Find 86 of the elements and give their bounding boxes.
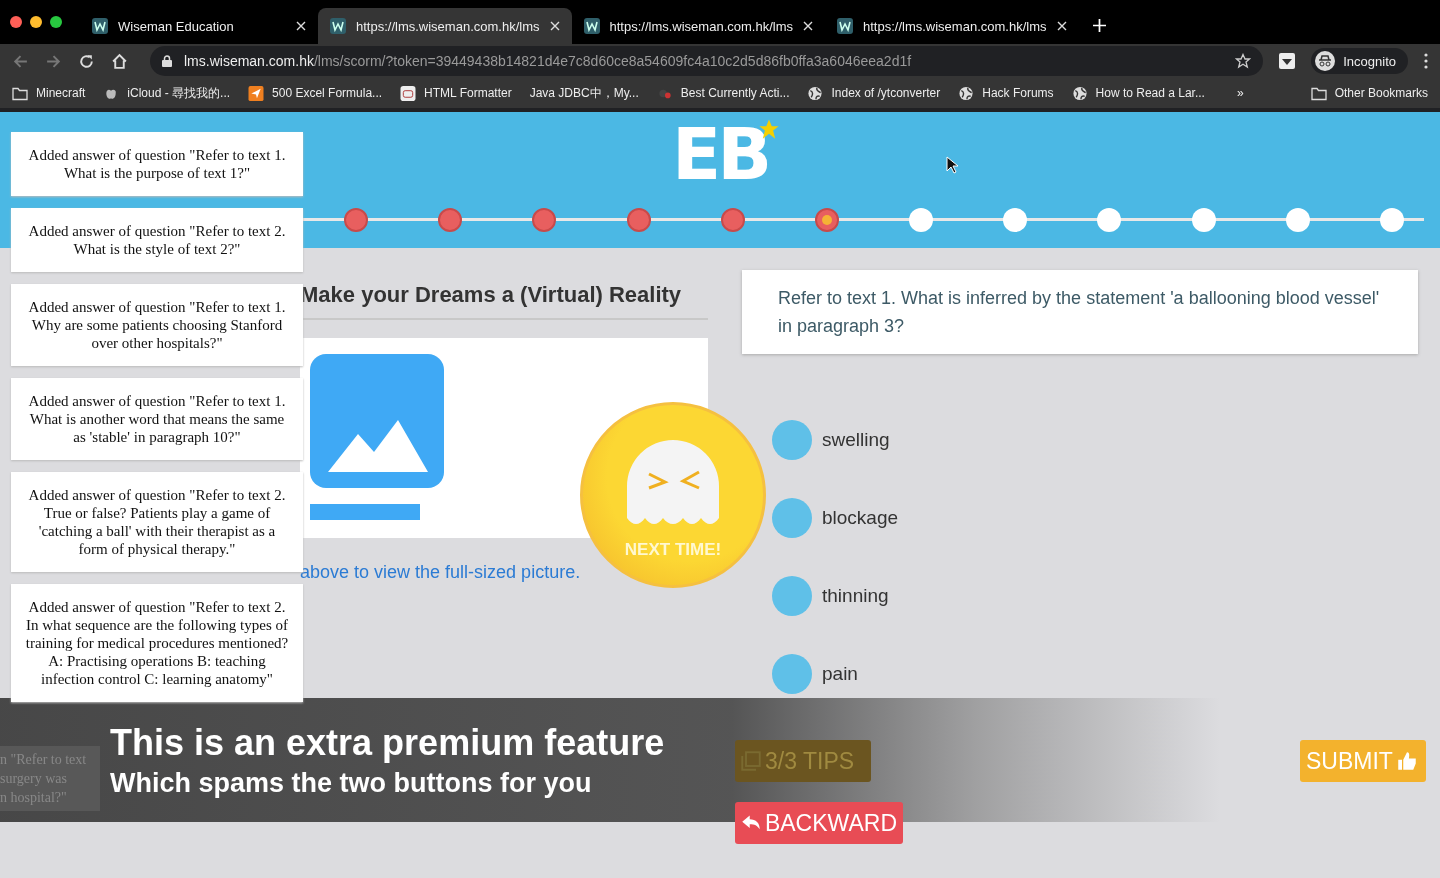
browser-tab[interactable]: https://lms.wiseman.com.hk/lms bbox=[571, 8, 825, 44]
bookmark-item[interactable]: How to Read a Lar... bbox=[1071, 85, 1205, 101]
cursor-icon bbox=[946, 156, 958, 174]
question-text: Refer to text 1. What is inferred by the statement 'a ballooning blood vessel' in paragraph 3? bbox=[778, 288, 1380, 336]
other-bookmarks-item[interactable]: Other Bookmarks bbox=[1310, 85, 1428, 101]
notification-text: Added answer of question "Refer to text 1. What is the purpose of text 1?" bbox=[28, 147, 286, 181]
tab-title: https://lms.wiseman.com.hk/lms bbox=[863, 18, 1047, 34]
thumbs-up-icon bbox=[1396, 751, 1417, 771]
bookmark-item[interactable]: HTML Formatter bbox=[400, 85, 512, 101]
tab-title: https://lms.wiseman.com.hk/lms bbox=[609, 18, 793, 34]
tab-title: https://lms.wiseman.com.hk/lms bbox=[356, 18, 540, 34]
progress-dot[interactable] bbox=[814, 207, 839, 232]
browser-tab[interactable]: Wiseman Education bbox=[80, 8, 318, 44]
notification-text: Added answer of question "Refer to text 2. What is the style of text 2?" bbox=[28, 223, 286, 257]
image-hint: above to view the full-sized picture. bbox=[300, 562, 582, 583]
option-label: swelling bbox=[822, 429, 890, 451]
option-label: pain bbox=[822, 663, 858, 685]
bookmark-item[interactable]: iCloud - 尋找我的... bbox=[103, 84, 231, 102]
bookmark-item[interactable]: Index of /ytconverter bbox=[807, 85, 941, 101]
caption-subtitle: Which spams the two buttons for you bbox=[110, 767, 592, 799]
backward-button[interactable]: BACKWARD bbox=[735, 802, 903, 844]
globe-icon bbox=[1071, 85, 1088, 101]
lock-icon bbox=[162, 55, 172, 67]
browser-tab[interactable]: https://lms.wiseman.com.hk/lms bbox=[318, 8, 572, 44]
option-label: blockage bbox=[822, 507, 899, 529]
progress-dot[interactable] bbox=[344, 207, 369, 232]
notification-text: Added answer of question "Refer to text 1. Why are some patients choosing Stanford over other hospitals?" bbox=[28, 299, 286, 351]
bookmark-item[interactable]: 500 Excel Formula... bbox=[248, 85, 383, 101]
minimize-light-icon[interactable] bbox=[30, 16, 42, 28]
close-icon[interactable] bbox=[549, 21, 560, 31]
incognito-button[interactable]: Incognito bbox=[1311, 48, 1408, 74]
new-tab-icon[interactable] bbox=[1092, 19, 1106, 32]
notification-text: Added answer of question "Refer to text 1. What is another word that means the same as 'stable' in paragraph 10?" bbox=[28, 393, 286, 445]
radio-button[interactable] bbox=[772, 498, 812, 538]
menu-icon[interactable] bbox=[1424, 53, 1428, 69]
answer-option[interactable]: thinning bbox=[772, 576, 1418, 616]
url-text: lms.wiseman.com.hk/lms/scorm/?token=39449438b14821d4e7c8d60ce8a54609fc4a10c2d5d86fb0ffa3a6046eea2d1f bbox=[184, 53, 913, 69]
zoom-light-icon[interactable] bbox=[50, 16, 62, 28]
progress-dot[interactable] bbox=[1379, 207, 1404, 232]
site-favicon-icon bbox=[837, 18, 853, 34]
radio-button[interactable] bbox=[772, 654, 812, 694]
answer-option[interactable]: pain bbox=[772, 654, 1418, 694]
progress-dot[interactable] bbox=[1191, 207, 1216, 232]
progress-dot[interactable] bbox=[1003, 207, 1028, 232]
close-icon[interactable] bbox=[803, 21, 813, 31]
answer-option[interactable]: swelling bbox=[772, 420, 1418, 460]
progress-dot[interactable] bbox=[438, 207, 463, 232]
folder-icon bbox=[12, 85, 28, 101]
site-favicon-icon bbox=[92, 18, 108, 34]
bookmark-item[interactable]: Best Currently Acti... bbox=[656, 85, 790, 101]
progress-dot[interactable] bbox=[1097, 207, 1122, 232]
site-favicon-icon bbox=[583, 18, 600, 34]
globe-icon bbox=[958, 85, 975, 101]
radio-button[interactable] bbox=[772, 420, 812, 460]
extension-icon[interactable] bbox=[1279, 53, 1296, 69]
browser-tab[interactable]: https://lms.wiseman.com.hk/lms bbox=[825, 8, 1079, 44]
notification-text: Added answer of question "Refer to text 2. In what sequence are the following types of training for medical procedures mentioned? A: Practising operations B: teaching infection control C: learning anatomy" bbox=[25, 599, 289, 687]
picture-icon bbox=[310, 354, 444, 488]
close-icon[interactable] bbox=[296, 21, 306, 31]
option-label: thinning bbox=[822, 585, 889, 607]
close-icon[interactable] bbox=[1056, 21, 1067, 31]
address-bar[interactable]: lms.wiseman.com.hk/lms/scorm/?token=39449438b14821d4e7c8d60ce8a54609fc4a10c2d5d86fb0ffa3a6046eea2d1f bbox=[150, 46, 1264, 76]
incognito-icon bbox=[1315, 51, 1336, 71]
badge-text: NEXT TIME! bbox=[624, 540, 722, 560]
progress-dot[interactable] bbox=[909, 207, 934, 232]
more-bookmarks-button[interactable]: » bbox=[1236, 86, 1244, 100]
progress-dot[interactable] bbox=[626, 207, 651, 232]
progress-dot[interactable] bbox=[720, 207, 745, 232]
close-light-icon[interactable] bbox=[10, 16, 22, 28]
radio-button[interactable] bbox=[772, 576, 812, 616]
progress-dot[interactable] bbox=[1285, 207, 1310, 232]
bookmark-item[interactable]: Hack Forums bbox=[958, 85, 1054, 101]
globe-icon bbox=[807, 85, 824, 101]
answer-option[interactable]: blockage bbox=[772, 498, 1418, 538]
bookmark-item[interactable]: Java JDBC中，My... bbox=[529, 84, 639, 102]
caption-title: This is an extra premium feature bbox=[110, 721, 665, 764]
tab-title: Wiseman Education bbox=[118, 18, 235, 34]
site-favicon-icon bbox=[330, 18, 346, 34]
progress-dot[interactable] bbox=[532, 207, 557, 232]
bookmark-item[interactable]: Minecraft bbox=[12, 85, 86, 101]
logo: EB bbox=[671, 116, 769, 192]
notification-text: Added answer of question "Refer to text 2. True or false? Patients play a game of 'catching a ball' with their therapist as a form of physical therapy." bbox=[28, 487, 286, 557]
reload-icon[interactable] bbox=[78, 52, 95, 70]
star-icon[interactable] bbox=[1235, 53, 1252, 69]
folder-icon bbox=[1310, 85, 1327, 101]
home-icon[interactable] bbox=[111, 52, 128, 70]
